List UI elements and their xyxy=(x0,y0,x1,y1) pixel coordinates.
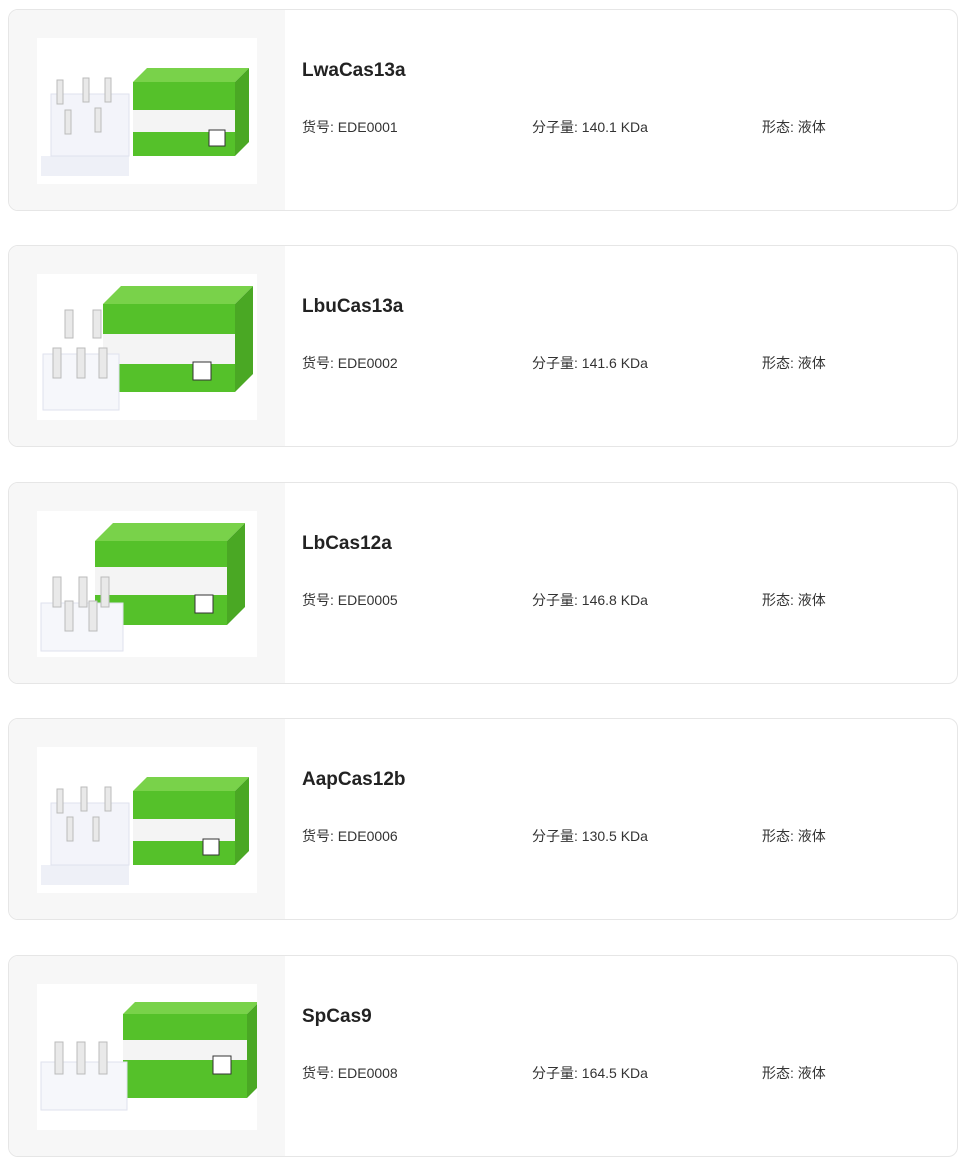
product-form: 形态: 液体 xyxy=(762,353,826,373)
mw-value: 140.1 KDa xyxy=(581,119,648,135)
product-name[interactable]: SpCas9 xyxy=(302,1006,372,1028)
catalog-number: 货号: EDE0005 xyxy=(302,590,398,610)
mw-label: 分子量: xyxy=(532,1065,582,1081)
product-card[interactable]: SpCas9 货号: EDE0008 分子量: 164.5 KDa 形态: 液体 xyxy=(8,955,958,1157)
mw-label: 分子量: xyxy=(532,592,582,608)
product-form: 形态: 液体 xyxy=(762,117,826,137)
catalog-number: 货号: EDE0001 xyxy=(302,117,398,137)
form-label: 形态: xyxy=(762,119,798,135)
product-form: 形态: 液体 xyxy=(762,1063,826,1083)
product-card[interactable]: LbCas12a 货号: EDE0005 分子量: 146.8 KDa 形态: … xyxy=(8,482,958,684)
product-card[interactable]: LbuCas13a 货号: EDE0002 分子量: 141.6 KDa 形态:… xyxy=(8,245,958,447)
product-name[interactable]: AapCas12b xyxy=(302,769,406,791)
product-image[interactable] xyxy=(37,274,257,420)
molecular-weight: 分子量: 140.1 KDa xyxy=(532,117,648,137)
form-label: 形态: xyxy=(762,1065,798,1081)
product-name[interactable]: LbuCas13a xyxy=(302,296,403,318)
mw-value: 130.5 KDa xyxy=(581,828,648,844)
catalog-value: EDE0006 xyxy=(337,828,398,844)
form-label: 形态: xyxy=(762,355,798,371)
product-card[interactable]: LwaCas13a 货号: EDE0001 分子量: 140.1 KDa 形态:… xyxy=(8,9,958,211)
product-image[interactable] xyxy=(37,38,257,184)
catalog-label: 货号: xyxy=(302,592,338,608)
mw-label: 分子量: xyxy=(532,828,582,844)
catalog-value: EDE0005 xyxy=(337,592,398,608)
molecular-weight: 分子量: 146.8 KDa xyxy=(532,590,648,610)
catalog-label: 货号: xyxy=(302,1065,338,1081)
form-value: 液体 xyxy=(797,355,826,371)
product-image-panel xyxy=(9,483,285,683)
product-image-panel xyxy=(9,956,285,1156)
mw-label: 分子量: xyxy=(532,119,582,135)
product-form: 形态: 液体 xyxy=(762,826,826,846)
mw-label: 分子量: xyxy=(532,355,582,371)
catalog-label: 货号: xyxy=(302,119,338,135)
catalog-value: EDE0002 xyxy=(337,355,398,371)
molecular-weight: 分子量: 164.5 KDa xyxy=(532,1063,648,1083)
product-name[interactable]: LwaCas13a xyxy=(302,60,406,82)
form-label: 形态: xyxy=(762,828,798,844)
mw-value: 146.8 KDa xyxy=(581,592,648,608)
form-value: 液体 xyxy=(797,1065,826,1081)
product-image[interactable] xyxy=(37,511,257,657)
form-value: 液体 xyxy=(797,828,826,844)
mw-value: 141.6 KDa xyxy=(581,355,648,371)
molecular-weight: 分子量: 130.5 KDa xyxy=(532,826,648,846)
catalog-label: 货号: xyxy=(302,828,338,844)
product-image-panel xyxy=(9,10,285,210)
mw-value: 164.5 KDa xyxy=(581,1065,648,1081)
catalog-number: 货号: EDE0006 xyxy=(302,826,398,846)
product-image[interactable] xyxy=(37,747,257,893)
catalog-number: 货号: EDE0008 xyxy=(302,1063,398,1083)
product-image-panel xyxy=(9,719,285,919)
catalog-label: 货号: xyxy=(302,355,338,371)
catalog-value: EDE0008 xyxy=(337,1065,398,1081)
product-image-panel xyxy=(9,246,285,446)
form-value: 液体 xyxy=(797,119,826,135)
molecular-weight: 分子量: 141.6 KDa xyxy=(532,353,648,373)
form-label: 形态: xyxy=(762,592,798,608)
product-name[interactable]: LbCas12a xyxy=(302,533,392,555)
form-value: 液体 xyxy=(797,592,826,608)
product-card[interactable]: AapCas12b 货号: EDE0006 分子量: 130.5 KDa 形态:… xyxy=(8,718,958,920)
catalog-number: 货号: EDE0002 xyxy=(302,353,398,373)
product-form: 形态: 液体 xyxy=(762,590,826,610)
catalog-value: EDE0001 xyxy=(337,119,398,135)
product-image[interactable] xyxy=(37,984,257,1130)
